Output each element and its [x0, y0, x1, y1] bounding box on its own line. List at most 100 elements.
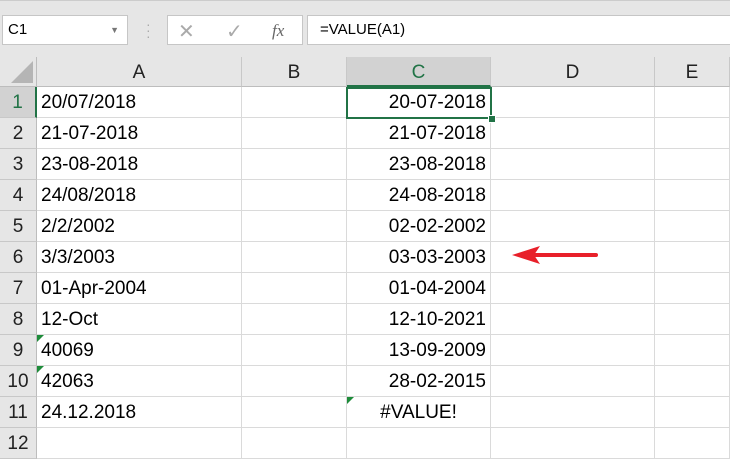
fill-handle[interactable]	[488, 115, 496, 123]
cell-d[interactable]	[491, 335, 655, 366]
cell-b[interactable]	[242, 87, 347, 118]
cell-d[interactable]	[491, 366, 655, 397]
error-indicator-icon[interactable]	[37, 335, 44, 342]
cell-c[interactable]: 28-02-2015	[347, 366, 491, 397]
cell-c-value: 13-09-2009	[388, 340, 486, 361]
column-header-d[interactable]: D	[491, 57, 655, 87]
cell-a[interactable]: 01-Apr-2004	[37, 273, 242, 304]
cell-a-value: 01-Apr-2004	[41, 278, 147, 299]
row-header[interactable]: 11	[0, 397, 37, 428]
row-header[interactable]: 8	[0, 304, 37, 335]
column-header-b[interactable]: B	[242, 57, 347, 87]
cell-d[interactable]	[491, 87, 655, 118]
formula-input[interactable]: =VALUE(A1)	[307, 15, 730, 45]
cell-c[interactable]: 01-04-2004	[347, 273, 491, 304]
cell-b[interactable]	[242, 149, 347, 180]
cell-e[interactable]	[655, 273, 730, 304]
cell-e[interactable]	[655, 118, 730, 149]
name-box[interactable]: C1 ▼	[2, 15, 128, 45]
cell-d[interactable]	[491, 180, 655, 211]
row-header[interactable]: 3	[0, 149, 37, 180]
name-box-value: C1	[8, 21, 28, 38]
row-header[interactable]: 7	[0, 273, 37, 304]
cell-c[interactable]: 12-10-2021	[347, 304, 491, 335]
cell-c[interactable]: 23-08-2018	[347, 149, 491, 180]
cell-e[interactable]	[655, 335, 730, 366]
cell-e[interactable]	[655, 428, 730, 459]
cell-a-value: 42063	[41, 371, 94, 392]
cell-c[interactable]: 13-09-2009	[347, 335, 491, 366]
check-icon[interactable]: ✓	[226, 19, 243, 44]
cell-c[interactable]	[347, 428, 491, 459]
cell-d[interactable]	[491, 149, 655, 180]
cell-e[interactable]	[655, 149, 730, 180]
cell-c-value: 28-02-2015	[388, 371, 486, 392]
cell-d[interactable]	[491, 397, 655, 428]
cell-b[interactable]	[242, 180, 347, 211]
cell-e[interactable]	[655, 180, 730, 211]
formula-buttons: ✕ ✓ fx	[167, 15, 303, 45]
cell-e[interactable]	[655, 211, 730, 242]
cell-c[interactable]: 24-08-2018	[347, 180, 491, 211]
cell-b[interactable]	[242, 118, 347, 149]
cell-e[interactable]	[655, 87, 730, 118]
cell-a[interactable]: 20/07/2018	[37, 87, 242, 118]
column-header-c[interactable]: C	[347, 57, 491, 87]
column-header-e[interactable]: E	[655, 57, 730, 87]
selected-cell-c1[interactable]	[346, 87, 492, 119]
cancel-icon[interactable]: ✕	[178, 19, 195, 44]
cell-d[interactable]	[491, 428, 655, 459]
row-header[interactable]: 9	[0, 335, 37, 366]
cell-a[interactable]: 40069	[37, 335, 242, 366]
insert-function-icon[interactable]: fx	[272, 21, 284, 41]
drag-handle-icon[interactable]: · · ·	[146, 17, 151, 43]
row-header[interactable]: 10	[0, 366, 37, 397]
row-header[interactable]: 2	[0, 118, 37, 149]
red-arrow-annotation	[512, 246, 598, 264]
cell-a-value: 24/08/2018	[41, 185, 137, 206]
cell-e[interactable]	[655, 366, 730, 397]
cell-a[interactable]: 3/3/2003	[37, 242, 242, 273]
cell-a-value: 21-07-2018	[41, 123, 139, 144]
cell-e[interactable]	[655, 242, 730, 273]
row-header[interactable]: 5	[0, 211, 37, 242]
cell-d[interactable]	[491, 118, 655, 149]
cell-d[interactable]	[491, 304, 655, 335]
cell-b[interactable]	[242, 242, 347, 273]
cell-a[interactable]	[37, 428, 242, 459]
row-header[interactable]: 1	[0, 87, 37, 118]
cell-b[interactable]	[242, 304, 347, 335]
cell-b[interactable]	[242, 397, 347, 428]
cell-b[interactable]	[242, 211, 347, 242]
cell-a[interactable]: 24/08/2018	[37, 180, 242, 211]
cell-a[interactable]: 23-08-2018	[37, 149, 242, 180]
cell-d[interactable]	[491, 273, 655, 304]
row-header[interactable]: 4	[0, 180, 37, 211]
cell-b[interactable]	[242, 335, 347, 366]
row-header[interactable]: 6	[0, 242, 37, 273]
chevron-down-icon[interactable]: ▼	[110, 16, 119, 44]
cell-a-value: 20/07/2018	[41, 92, 137, 113]
cell-a[interactable]: 12-Oct	[37, 304, 242, 335]
cell-c[interactable]: 21-07-2018	[347, 118, 491, 149]
cell-e[interactable]	[655, 304, 730, 335]
cell-d[interactable]	[491, 211, 655, 242]
cell-a[interactable]: 2/2/2002	[37, 211, 242, 242]
error-indicator-icon[interactable]	[37, 366, 44, 373]
row-header[interactable]: 12	[0, 428, 37, 459]
cell-b[interactable]	[242, 273, 347, 304]
cell-a[interactable]: 42063	[37, 366, 242, 397]
cell-c[interactable]: 03-03-2003	[347, 242, 491, 273]
cell-c[interactable]: #VALUE!	[347, 397, 491, 428]
cell-a[interactable]: 21-07-2018	[37, 118, 242, 149]
cell-b[interactable]	[242, 428, 347, 459]
cell-b[interactable]	[242, 366, 347, 397]
cell-a[interactable]: 24.12.2018	[37, 397, 242, 428]
formula-toolbar: C1 ▼ · · · ✕ ✓ fx =VALUE(A1)	[0, 0, 730, 57]
column-header-a[interactable]: A	[37, 57, 242, 87]
cell-c[interactable]: 02-02-2002	[347, 211, 491, 242]
cell-e[interactable]	[655, 397, 730, 428]
cell-a-value: 3/3/2003	[41, 247, 115, 268]
select-all-button[interactable]	[0, 57, 37, 87]
error-indicator-icon[interactable]	[347, 397, 354, 404]
